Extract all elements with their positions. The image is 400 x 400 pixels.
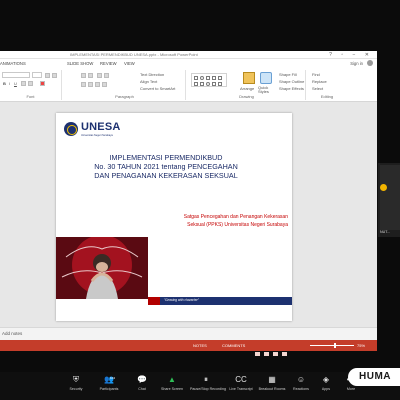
shape-effects-button[interactable]: Shape Effects bbox=[279, 86, 304, 91]
chat-button[interactable]: 💬 Chat bbox=[126, 375, 158, 391]
find-button[interactable]: Find bbox=[312, 72, 320, 77]
share-screen-button[interactable]: ▲ Share Screen bbox=[156, 375, 188, 391]
font-size-box[interactable] bbox=[32, 72, 42, 78]
editing-group: Find Replace Select Editing bbox=[308, 70, 346, 100]
slide-photo bbox=[56, 237, 148, 299]
slide-title: IMPLEMENTASI PERMENDIKBUD No. 30 TAHUN 2… bbox=[86, 153, 246, 180]
zoom-slider[interactable] bbox=[310, 343, 354, 348]
paragraph-group: Text Direction Align Text Convert to Sma… bbox=[64, 70, 186, 100]
tab-review[interactable]: REVIEW bbox=[100, 61, 117, 66]
watermark-text: HUMA bbox=[359, 371, 391, 382]
shapes-gallery[interactable] bbox=[191, 73, 227, 87]
font-group: B I U Font bbox=[0, 70, 62, 100]
reading-view-icon[interactable] bbox=[273, 352, 278, 356]
arrange-icon bbox=[243, 72, 255, 84]
shape-outline-button[interactable]: Shape Outline bbox=[279, 79, 304, 84]
justify-icon[interactable] bbox=[102, 82, 107, 87]
status-bar: NOTES COMMENTS 75% bbox=[0, 340, 377, 356]
align-left-icon[interactable] bbox=[81, 82, 86, 87]
convert-smartart-button[interactable]: Convert to SmartArt bbox=[140, 86, 175, 91]
unesa-logo bbox=[64, 122, 78, 136]
underline-button[interactable]: U bbox=[14, 81, 17, 86]
zoom-level[interactable]: 75% bbox=[357, 343, 365, 348]
watermark-badge: HUMA bbox=[348, 368, 400, 386]
slide-brand: UNESA bbox=[81, 121, 121, 133]
increase-indent-icon[interactable] bbox=[104, 73, 109, 78]
window-controls[interactable]: ? ▫ − ✕ bbox=[329, 52, 373, 58]
align-text-button[interactable]: Align Text bbox=[140, 79, 157, 84]
tab-animations[interactable]: ANIMATIONS bbox=[0, 61, 26, 66]
slide-title-line: DAN PENAGANAN KEKERASAN SEKSUAL bbox=[94, 171, 238, 180]
paragraph-group-label: Paragraph bbox=[115, 94, 134, 99]
drawing-group-label: Drawing bbox=[239, 94, 254, 99]
font-name-box[interactable] bbox=[2, 72, 30, 78]
view-buttons[interactable] bbox=[255, 343, 299, 356]
cc-icon: CC bbox=[235, 375, 247, 384]
sign-in-link[interactable]: Sign in bbox=[350, 61, 363, 66]
meeting-toolbar: ⛨ Security 👥 104 Participants 💬 Chat ▲ S… bbox=[0, 372, 400, 400]
slide-footer-accent bbox=[148, 297, 160, 305]
slideshow-icon[interactable] bbox=[282, 352, 287, 356]
ribbon: B I U Font Text Direction Align Text Con… bbox=[0, 68, 377, 102]
account-avatar[interactable] bbox=[367, 60, 373, 66]
participants-button[interactable]: 👥 104 Participants bbox=[93, 375, 125, 391]
slide-subtitle: Satgas Pencegahan dan Penangan Kekerasan… bbox=[138, 214, 288, 229]
recording-button[interactable]: ⏸ Pause/Stop Recording bbox=[190, 375, 226, 391]
breakout-icon: ▦ bbox=[268, 375, 276, 384]
breakout-rooms-button[interactable]: ▦ Breakout Rooms bbox=[256, 375, 288, 391]
editing-group-label: Editing bbox=[320, 94, 334, 99]
chat-icon: 💬 bbox=[137, 375, 147, 384]
shrink-font-icon[interactable] bbox=[52, 73, 57, 78]
strikethrough-icon[interactable] bbox=[21, 81, 26, 86]
drawing-group: Arrange Quick Styles Shape Fill Shape Ou… bbox=[188, 70, 306, 100]
add-notes-placeholder[interactable]: Add notes bbox=[2, 331, 22, 336]
window-title: IMPLEMENTASI PERMENDIKBUD UNESA.pptx - M… bbox=[70, 52, 198, 57]
quick-styles-icon bbox=[260, 72, 272, 84]
slide-subtitle-line: Seksual (PPKS) Universitas Negeri Suraba… bbox=[187, 221, 288, 228]
normal-view-icon[interactable] bbox=[255, 352, 260, 356]
bullets-icon[interactable] bbox=[81, 73, 86, 78]
font-group-label: Font bbox=[26, 94, 35, 99]
grow-font-icon[interactable] bbox=[45, 73, 50, 78]
font-color-icon[interactable] bbox=[40, 81, 45, 86]
current-slide[interactable]: UNESA Universitas Negeri Surabaya IMPLEM… bbox=[56, 113, 292, 321]
notes-pane[interactable]: Add notes bbox=[0, 327, 377, 341]
slide-brand-sub: Universitas Negeri Surabaya bbox=[81, 134, 113, 137]
participant-video-feed bbox=[380, 165, 400, 230]
slide-title-line: IMPLEMENTASI PERMENDIKBUD bbox=[109, 153, 223, 162]
align-right-icon[interactable] bbox=[95, 82, 100, 87]
participant-count: 104 bbox=[110, 376, 116, 380]
security-button[interactable]: ⛨ Security bbox=[60, 375, 92, 391]
tab-slide-show[interactable]: SLIDE SHOW bbox=[67, 61, 93, 66]
bold-button[interactable]: B bbox=[3, 81, 6, 86]
slide-title-line: No. 30 TAHUN 2021 tentang PENCEGAHAN bbox=[94, 162, 238, 171]
live-transcript-button[interactable]: CC Live Transcript bbox=[225, 375, 257, 391]
slide-tagline: "Growing with character" bbox=[164, 298, 199, 302]
shape-fill-button[interactable]: Shape Fill bbox=[279, 72, 297, 77]
shadow-icon[interactable] bbox=[28, 81, 33, 86]
notes-button[interactable]: NOTES bbox=[193, 343, 207, 348]
record-icon: ⏸ bbox=[204, 375, 208, 384]
ribbon-tabs: ANIMATIONS SLIDE SHOW REVIEW VIEW Sign i… bbox=[0, 59, 377, 68]
align-center-icon[interactable] bbox=[88, 82, 93, 87]
participants-icon: 👥 bbox=[104, 375, 114, 384]
select-button[interactable]: Select bbox=[312, 86, 323, 91]
slide-subtitle-line: Satgas Pencegahan dan Penangan Kekerasan bbox=[183, 214, 288, 220]
participant-video[interactable]: NUT... bbox=[378, 163, 400, 237]
slide-sorter-icon[interactable] bbox=[264, 352, 269, 356]
italic-button[interactable]: I bbox=[9, 81, 10, 86]
text-direction-button[interactable]: Text Direction bbox=[140, 72, 164, 77]
decrease-indent-icon[interactable] bbox=[97, 73, 102, 78]
title-bar: IMPLEMENTASI PERMENDIKBUD UNESA.pptx - M… bbox=[0, 51, 377, 59]
numbering-icon[interactable] bbox=[88, 73, 93, 78]
participant-name: NUT... bbox=[380, 230, 390, 234]
tab-view[interactable]: VIEW bbox=[124, 61, 135, 66]
replace-button[interactable]: Replace bbox=[312, 79, 327, 84]
shield-icon: ⛨ bbox=[73, 375, 79, 384]
screen: IMPLEMENTASI PERMENDIKBUD UNESA.pptx - M… bbox=[0, 0, 400, 400]
comments-button[interactable]: COMMENTS bbox=[222, 343, 245, 348]
share-screen-icon: ▲ bbox=[168, 375, 176, 384]
